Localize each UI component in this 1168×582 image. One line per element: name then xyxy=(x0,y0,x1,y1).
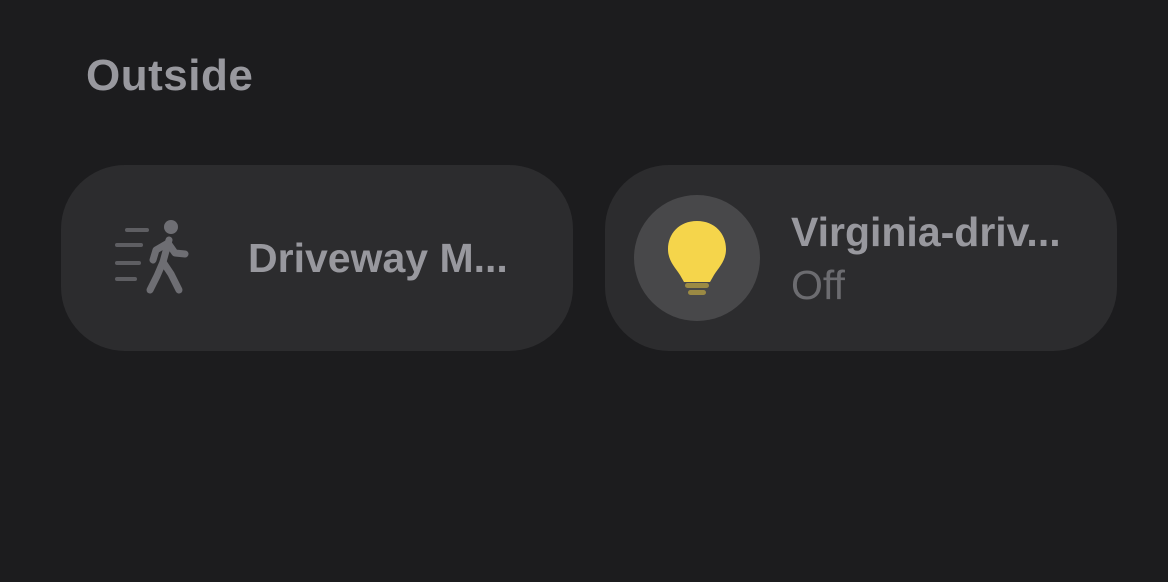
walking-person-motion-icon xyxy=(115,220,189,294)
accessory-name-driveway: Driveway M... xyxy=(248,235,508,281)
lightbulb-icon xyxy=(668,221,726,295)
accessory-name-virginia: Virginia-driv... xyxy=(791,209,1061,255)
section-title: Outside xyxy=(86,51,254,100)
accessory-status: Off xyxy=(791,262,845,308)
light-toggle-button[interactable] xyxy=(634,195,760,321)
